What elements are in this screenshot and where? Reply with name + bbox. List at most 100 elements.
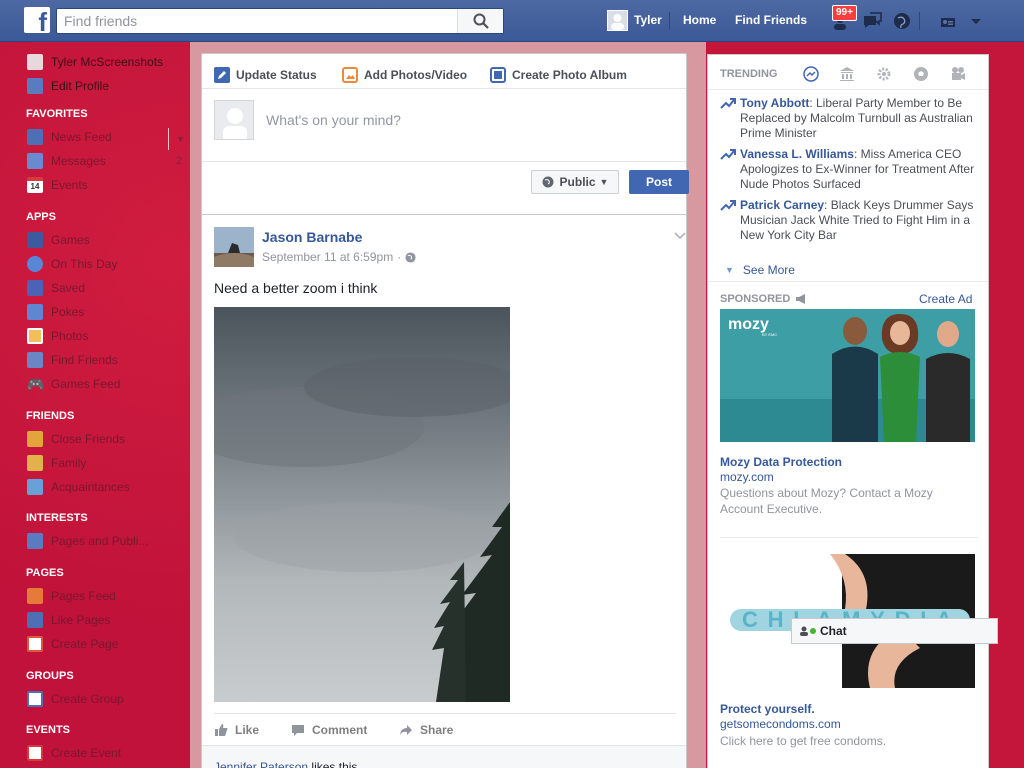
messages-jewel[interactable] [861, 10, 883, 32]
soccer-ball-icon [914, 67, 928, 81]
chevron-down-icon[interactable]: ▼ [176, 134, 185, 144]
trending-tab-science[interactable] [875, 65, 893, 83]
sidebar-item-label: Games Feed [51, 377, 121, 391]
sidebar-item-family[interactable]: Family [27, 454, 86, 472]
sidebar-item-create-page[interactable]: Create Page [27, 635, 118, 653]
account-menu[interactable] [966, 10, 988, 32]
create-event-icon [27, 745, 43, 761]
create-ad-link[interactable]: Create Ad [919, 292, 972, 306]
sidebar-item-create-event[interactable]: Create Event [27, 744, 121, 762]
news-feed-indicator [168, 128, 169, 150]
trending-item[interactable]: Vanessa L. Williams: Miss America CEO Ap… [720, 147, 978, 192]
sidebar-item-pages-and-public-figures[interactable]: Pages and Publi... [27, 532, 148, 550]
sponsored-label: SPONSORED [720, 293, 791, 305]
sidebar-item-profile[interactable]: Tyler McScreenshots [27, 53, 163, 71]
sidebar-item-games-feed[interactable]: 🎮 Games Feed [27, 375, 120, 393]
notifications-jewel[interactable] [891, 10, 913, 32]
sidebar-item-close-friends[interactable]: Close Friends [27, 430, 125, 448]
see-more-link[interactable]: ▼ See More [725, 263, 795, 277]
movie-camera-icon [952, 67, 965, 80]
trending-item[interactable]: Tony Abbott: Liberal Party Member to Be … [720, 96, 978, 141]
like-label: Like [235, 723, 260, 737]
profile-avatar [27, 54, 43, 70]
sidebar-item-photos[interactable]: Photos [27, 327, 88, 345]
trending-topic[interactable]: Tony Abbott [740, 96, 809, 110]
sidebar-item-find-friends[interactable]: Find Friends [27, 351, 118, 369]
find-friends-icon [27, 352, 43, 368]
mozy-logo-sub: BY EMC [762, 332, 777, 337]
ad-url[interactable]: mozy.com [720, 470, 774, 484]
likes-summary: Jennifer Paterson likes this. [214, 760, 361, 768]
trending-tab-entertainment[interactable] [949, 65, 967, 83]
sidebar-item-messages[interactable]: Messages [27, 152, 106, 170]
tab-create-photo-album[interactable]: Create Photo Album [490, 67, 627, 83]
album-icon [490, 67, 506, 83]
post-button[interactable]: Post [629, 170, 689, 194]
sidebar-item-pages-feed[interactable]: Pages Feed [27, 587, 116, 605]
sidebar-item-label: Edit Profile [51, 79, 110, 93]
mozy-logo: mozy [728, 316, 769, 333]
trending-item[interactable]: Patrick Carney: Black Keys Drummer Says … [720, 198, 978, 243]
chevron-down-icon[interactable] [674, 229, 686, 243]
trending-up-icon [720, 198, 740, 243]
globe-icon [542, 176, 554, 188]
on-this-day-icon [27, 256, 43, 272]
sidebar-item-create-group[interactable]: Create Group [27, 690, 124, 708]
gamepad-icon: 🎮 [27, 376, 45, 392]
sidebar-item-saved[interactable]: Saved [27, 279, 85, 297]
trending-tab-sports[interactable] [912, 65, 930, 83]
search-button[interactable] [457, 9, 503, 33]
privacy-shortcuts[interactable] [939, 10, 961, 32]
author-avatar[interactable] [214, 227, 254, 267]
search-icon [473, 13, 489, 29]
gear-icon [877, 67, 891, 81]
tab-add-photos-video[interactable]: Add Photos/Video [342, 67, 467, 83]
like-button[interactable]: Like [214, 723, 259, 737]
sidebar-item-like-pages[interactable]: Like Pages [27, 611, 110, 629]
ad-title[interactable]: Protect yourself. [720, 702, 815, 716]
pencil-icon [214, 67, 230, 83]
sidebar-item-games[interactable]: Games [27, 231, 90, 249]
find-friends-link[interactable]: Find Friends [735, 13, 807, 27]
globe-icon[interactable] [405, 251, 416, 263]
trending-icon [803, 66, 819, 82]
trending-tab-politics[interactable] [838, 65, 856, 83]
user-avatar[interactable] [607, 10, 628, 31]
story-meta: September 11 at 6:59pm · [262, 250, 416, 264]
main-feed: Update Status Add Photos/Video Create Ph… [190, 42, 706, 768]
sidebar-item-label: Pages Feed [51, 589, 116, 603]
trending-tab-top[interactable] [802, 65, 820, 83]
ad-url[interactable]: getsomecondoms.com [720, 717, 841, 731]
home-link[interactable]: Home [683, 13, 716, 27]
sidebar-item-acquaintances[interactable]: Acquaintances [27, 478, 130, 496]
tab-update-status[interactable]: Update Status [214, 67, 317, 83]
search-box [56, 8, 504, 34]
comment-button[interactable]: Comment [291, 723, 367, 737]
author-name[interactable]: Jason Barnabe [262, 229, 362, 245]
profile-link[interactable]: Tyler [634, 13, 662, 27]
audience-selector[interactable]: Public ▼ [531, 170, 619, 194]
status-input[interactable]: What's on your mind? [266, 112, 401, 128]
story-timestamp[interactable]: September 11 at 6:59pm [262, 250, 393, 264]
sidebar-item-events[interactable]: 14 Events [27, 176, 88, 194]
sidebar-item-label: Photos [51, 329, 89, 343]
share-button[interactable]: Share [399, 723, 453, 737]
sidebar-item-news-feed[interactable]: News Feed [27, 128, 112, 146]
chat-tab[interactable]: Chat [791, 618, 998, 644]
story-photo[interactable] [214, 307, 510, 702]
ad-divider [720, 537, 978, 538]
sidebar-item-pokes[interactable]: Pokes [27, 303, 84, 321]
sidebar-item-edit-profile[interactable]: Edit Profile [27, 77, 109, 95]
favorites-heading: FAVORITES [26, 108, 88, 120]
ad-title[interactable]: Mozy Data Protection [720, 455, 842, 469]
liker-link[interactable]: Jennifer Paterson [214, 760, 308, 768]
ad-image-mozy[interactable]: mozy BY EMC [720, 309, 975, 442]
sidebar-item-on-this-day[interactable]: On This Day [27, 255, 117, 273]
likes-bar: Jennifer Paterson likes this. [202, 745, 686, 768]
search-input[interactable] [57, 9, 457, 33]
trending-topic[interactable]: Vanessa L. Williams [740, 147, 854, 161]
facebook-logo[interactable]: f [24, 7, 50, 33]
share-label: Share [420, 723, 454, 737]
online-status-icon [810, 628, 816, 634]
trending-topic[interactable]: Patrick Carney [740, 198, 824, 212]
